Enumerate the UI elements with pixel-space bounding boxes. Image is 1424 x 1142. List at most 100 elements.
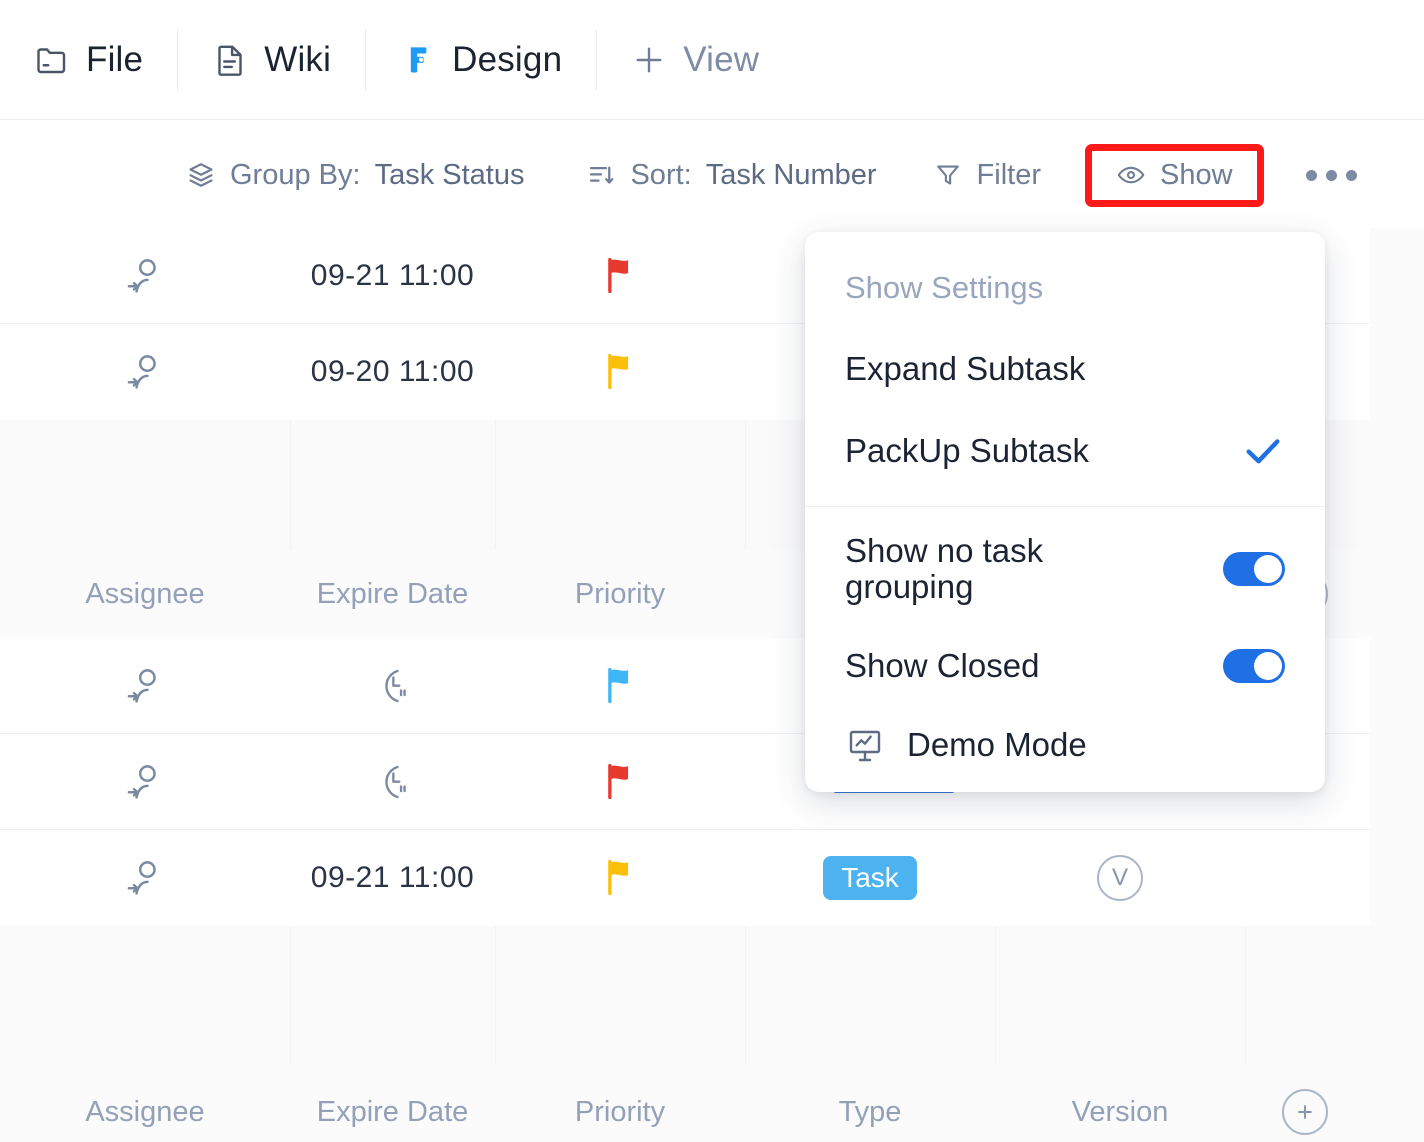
menu-item-demo-mode-label: Demo Mode [907,726,1087,764]
toggle-knob [1254,555,1282,583]
add-column-button-bottom[interactable] [1245,1064,1365,1142]
filter-label: Filter [977,159,1041,192]
toggle-show-no-task-grouping[interactable] [1223,552,1285,586]
group-by-label: Group By: [230,159,361,192]
assign-user-icon [123,855,167,901]
yellow-flag-icon [601,351,639,393]
sort-control[interactable]: Sort: Task Number [586,159,876,192]
cell-priority[interactable] [495,734,745,829]
menu-divider [805,506,1325,507]
cell-priority[interactable] [495,228,745,323]
expire-date-value: 09-21 11:00 [311,259,474,293]
red-flag-icon [601,761,639,803]
check-icon [1241,434,1285,468]
table-row[interactable]: 09-21 11:00 Task V [0,830,1370,926]
group-spacer-bottom [0,926,1424,1064]
cell-type[interactable]: Task [745,830,995,926]
dot-1 [1306,170,1317,181]
column-header-expire-date[interactable]: Expire Date [290,550,495,638]
cell-expire-date[interactable]: 09-21 11:00 [290,830,495,926]
type-badge[interactable]: Task [823,856,917,900]
column-header-expire-date-label: Expire Date [317,1096,469,1129]
assign-user-icon [123,759,167,805]
menu-item-demo-mode[interactable]: Demo Mode [805,707,1325,765]
dot-3 [1346,170,1357,181]
filter-control[interactable]: Filter [933,159,1041,192]
column-header-expire-date[interactable]: Expire Date [290,1064,495,1142]
doc-icon [212,42,248,78]
column-header-assignee-label: Assignee [85,578,204,611]
column-header-priority[interactable]: Priority [495,1064,745,1142]
group-by-value: Task Status [375,159,525,192]
nav-item-file[interactable]: File [0,23,177,97]
cell-assignee[interactable] [0,324,290,420]
menu-item-expand-subtask-label: Expand Subtask [845,350,1085,388]
menu-item-show-closed[interactable]: Show Closed [805,625,1325,707]
column-header-version-label: Version [1072,1096,1169,1129]
assign-user-icon [123,253,167,299]
expire-date-value: 09-20 11:00 [311,355,474,389]
cell-assignee[interactable] [0,228,290,323]
column-header-priority-label: Priority [575,1096,665,1129]
show-settings-dropdown: Show Settings Expand Subtask PackUp Subt… [805,232,1325,792]
nav-item-file-label: File [86,40,143,80]
nav-item-add-view-label: View [683,40,759,80]
cell-assignee[interactable] [0,830,290,926]
version-circle-icon[interactable]: V [1097,855,1143,901]
cell-expire-date[interactable]: 09-21 11:00 [290,228,495,323]
nav-item-add-view[interactable]: View [597,23,793,97]
group-by-control[interactable]: Group By: Task Status [186,159,524,192]
assign-user-icon [123,663,167,709]
plus-icon [631,42,667,78]
show-button[interactable]: Show [1085,144,1264,207]
show-button-label: Show [1160,159,1233,192]
folder-icon [34,42,70,78]
toggle-knob [1254,652,1282,680]
nav-item-wiki[interactable]: Wiki [178,23,365,97]
expire-date-value: 09-21 11:00 [311,861,474,895]
filter-icon [933,160,963,190]
column-header-priority[interactable]: Priority [495,550,745,638]
yellow-flag-icon [601,857,639,899]
cell-priority[interactable] [495,638,745,733]
column-header-assignee[interactable]: Assignee [0,1064,290,1142]
plus-circle-icon[interactable] [1282,1089,1328,1135]
view-toolbar: Group By: Task Status Sort: Task Number … [0,120,1424,230]
menu-item-expand-subtask[interactable]: Expand Subtask [805,328,1325,410]
assign-user-icon [123,349,167,395]
menu-item-show-no-task-grouping[interactable]: Show no task grouping [805,513,1325,625]
column-header-assignee[interactable]: Assignee [0,550,290,638]
cell-assignee[interactable] [0,638,290,733]
clock-icon [372,760,414,804]
column-header-version[interactable]: Version [995,1064,1245,1142]
toggle-show-closed[interactable] [1223,649,1285,683]
cell-priority[interactable] [495,324,745,420]
top-navigation-bar: File Wiki Design [0,0,1424,120]
nav-item-design[interactable]: Design [366,23,596,97]
cell-expire-date[interactable]: 09-20 11:00 [290,324,495,420]
figma-f-icon [400,42,436,78]
nav-item-design-label: Design [452,40,562,80]
sort-icon [586,160,616,190]
menu-item-packup-subtask-label: PackUp Subtask [845,432,1089,470]
cell-expire-date[interactable] [290,734,495,829]
cell-priority[interactable] [495,830,745,926]
column-header-row-bottom: Assignee Expire Date Priority Type Versi… [0,1064,1424,1142]
column-header-priority-label: Priority [575,578,665,611]
red-flag-icon [601,255,639,297]
cell-version[interactable]: V [995,830,1245,926]
nav-item-wiki-label: Wiki [264,40,331,80]
eye-icon [1116,160,1146,190]
blue-flag-icon [601,665,639,707]
cell-assignee[interactable] [0,734,290,829]
dot-2 [1326,170,1337,181]
column-header-assignee-label: Assignee [85,1096,204,1129]
column-header-type[interactable]: Type [745,1064,995,1142]
cell-expire-date[interactable] [290,638,495,733]
menu-item-packup-subtask[interactable]: PackUp Subtask [805,410,1325,492]
more-options-button[interactable] [1306,170,1357,181]
menu-item-show-no-task-grouping-label: Show no task grouping [845,533,1175,604]
column-header-expire-date-label: Expire Date [317,578,469,611]
menu-item-show-closed-label: Show Closed [845,647,1039,685]
sort-value: Task Number [706,159,877,192]
